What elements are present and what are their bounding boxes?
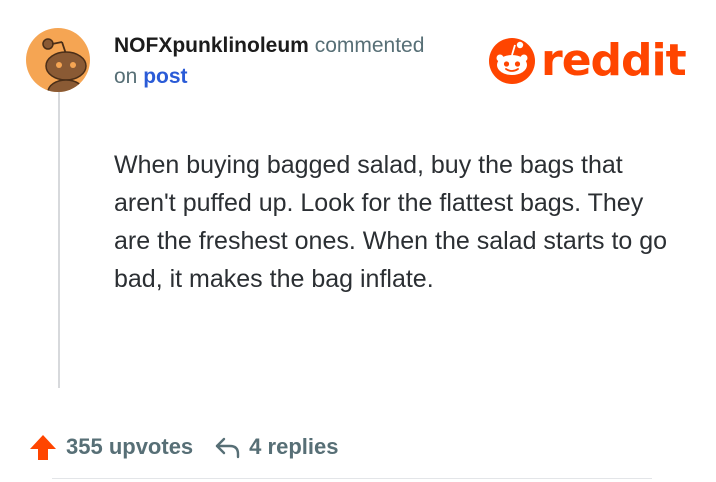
upvote-count[interactable]: 355 upvotes bbox=[66, 434, 193, 460]
snoo-avatar-icon bbox=[42, 38, 87, 92]
reddit-snoo-icon bbox=[489, 38, 535, 84]
divider bbox=[52, 478, 652, 479]
comment-footer: 355 upvotes 4 replies bbox=[28, 432, 338, 462]
username[interactable]: NOFXpunklinoleum bbox=[114, 34, 309, 57]
comment-card: NOFXpunklinoleum commented on post reddi… bbox=[0, 0, 716, 482]
reply-count[interactable]: 4 replies bbox=[249, 434, 338, 460]
reply-arrow-icon[interactable] bbox=[213, 433, 241, 461]
user-avatar[interactable] bbox=[26, 28, 90, 92]
reddit-logo: reddit bbox=[487, 35, 687, 86]
upvote-arrow-icon[interactable] bbox=[28, 432, 58, 462]
post-link[interactable]: post bbox=[143, 65, 187, 88]
comment-body: When buying bagged salad, buy the bags t… bbox=[114, 151, 668, 293]
commented-label: commented bbox=[314, 34, 425, 57]
on-label: on bbox=[114, 65, 138, 88]
comment-header: NOFXpunklinoleum commented on post bbox=[114, 30, 474, 92]
thread-line bbox=[58, 92, 60, 388]
reddit-wordmark: reddit bbox=[541, 35, 687, 86]
